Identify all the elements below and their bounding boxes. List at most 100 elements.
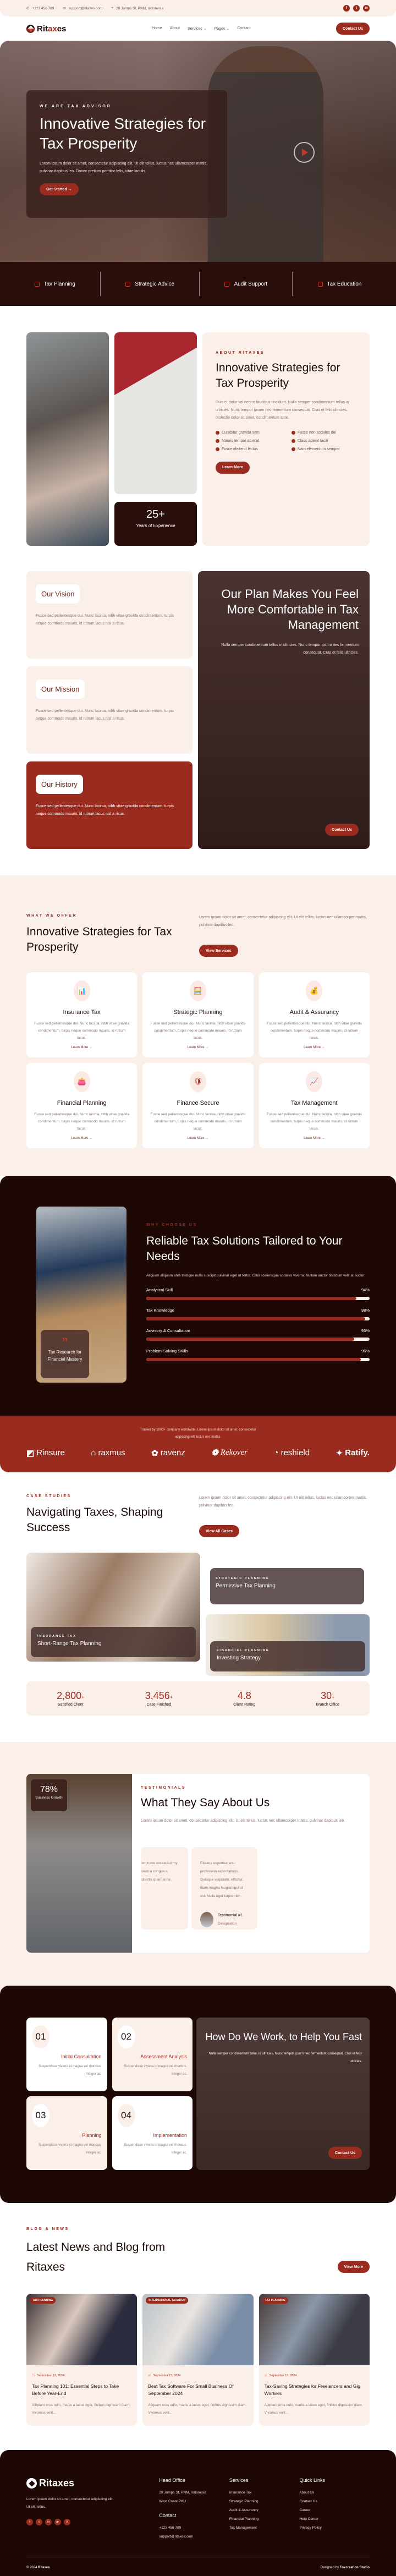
footer-link[interactable]: Audit & Assurancy xyxy=(229,2506,300,2515)
testimonials-text: Lorem ipsum dolor sit amet, consectetur … xyxy=(141,1819,345,1823)
service-title: Audit & Assurancy xyxy=(289,1009,339,1016)
learn-more-link[interactable]: Learn More → xyxy=(26,1046,137,1049)
process-section: 01 Initial Consultation Suspendisse viverr… xyxy=(0,1986,396,2203)
facebook-icon[interactable]: f xyxy=(343,5,350,12)
blog-card[interactable]: INTERNATIONAL TAXATION ▭ September 13, 202… xyxy=(142,2294,254,2426)
footer-phone[interactable]: +123 456 789 xyxy=(159,2524,229,2533)
history-title[interactable]: Our History xyxy=(36,775,83,794)
calendar-icon: ▭ xyxy=(32,2374,35,2377)
nav-menu: Home About Services ⌄ Pages ⌄ Contact xyxy=(152,26,250,31)
email-info[interactable]: ✉ support@ritaxes.com xyxy=(63,6,102,11)
feature-item: Audit Support xyxy=(224,281,267,287)
view-services-button[interactable]: View Services xyxy=(199,945,238,957)
why-eyebrow: Why Choose Us xyxy=(146,1223,197,1227)
skill-bar: Tax Knowledge 98% xyxy=(146,1308,370,1320)
footer-link[interactable]: Career xyxy=(299,2506,370,2515)
growth-badge: 78% Business Growth xyxy=(31,1779,67,1811)
learn-more-link[interactable]: Learn More → xyxy=(142,1046,253,1049)
footer-link[interactable]: About Us xyxy=(299,2489,370,2497)
twitter-icon[interactable]: t xyxy=(36,2519,42,2525)
copyright: © 2024 Ritaxes xyxy=(26,2566,50,2569)
check-icon xyxy=(216,431,219,435)
learn-more-button[interactable]: Learn More xyxy=(216,461,250,474)
x-icon[interactable]: X xyxy=(64,2519,70,2525)
check-icon xyxy=(292,439,295,443)
case-category: Strategic Planning xyxy=(216,1577,270,1580)
brand-text-accent: ax xyxy=(48,24,57,34)
ratify-icon: ✦ xyxy=(336,1448,343,1458)
nav-about[interactable]: About xyxy=(170,26,180,31)
blog-title[interactable]: Tax-Saving Strategies for Freelancers an… xyxy=(265,2383,364,2397)
blog-category-tag[interactable]: TAX PLANNING xyxy=(262,2297,288,2304)
hero-card: We Are Tax Advisor Innovative Strategies… xyxy=(26,90,227,218)
linkedin-icon[interactable]: in xyxy=(45,2519,52,2525)
about-image-team xyxy=(26,332,109,546)
footer-link[interactable]: Help Center xyxy=(299,2515,370,2524)
service-icon: 🛡 xyxy=(189,1071,206,1092)
brand-logo[interactable]: Ritaxes xyxy=(26,24,66,34)
mission-title[interactable]: Our Mission xyxy=(36,679,85,699)
testimonial-carousel[interactable]: ism have exceeded my orem a congue a lob… xyxy=(141,1847,361,1930)
blog-card[interactable]: TAX PLANNING ▭ September 13, 2024 Tax Plann… xyxy=(26,2294,138,2426)
hero-title: Innovative Strategies for Tax Prosperity xyxy=(40,115,206,152)
services-title: Innovative Strategies for Tax Prosperity xyxy=(26,925,172,953)
nav-contact[interactable]: Contact xyxy=(237,26,250,31)
footer-link[interactable]: Contact Us xyxy=(299,2497,370,2506)
vision-title[interactable]: Our Vision xyxy=(36,584,80,604)
blog-title[interactable]: Tax Planning 101: Essential Steps to Tak… xyxy=(32,2383,131,2397)
youtube-icon[interactable]: ▶ xyxy=(54,2519,61,2525)
nav-services[interactable]: Services ⌄ xyxy=(188,26,207,31)
learn-more-link[interactable]: Learn More → xyxy=(142,1137,253,1140)
blog-category-tag[interactable]: INTERNATIONAL TAXATION xyxy=(146,2297,188,2304)
footer-logo[interactable]: Ritaxes xyxy=(26,2478,159,2489)
service-card: 🧮 Strategic Planning Fusce sed pellentesqu… xyxy=(142,972,254,1057)
skill-fill xyxy=(146,1317,365,1320)
hero-eyebrow: We Are Tax Advisor xyxy=(40,105,112,108)
footer-link[interactable]: Privacy Policy xyxy=(299,2524,370,2533)
process-steps: 01 Initial Consultation Suspendisse viverr… xyxy=(26,2018,193,2170)
check-item: Fusce non sodales dui xyxy=(292,431,356,435)
view-all-cases-button[interactable]: View All Cases xyxy=(199,1525,240,1537)
case-card[interactable]: Strategic Planning Permissive Tax Planni… xyxy=(210,1568,364,1604)
services-text: Lorem ipsum dolor sit amet, consectetur … xyxy=(199,916,367,927)
footer-link[interactable]: Tax Management xyxy=(229,2524,300,2533)
case-card[interactable]: Insurance Tax Short-Range Tax Planning xyxy=(26,1553,200,1662)
feature-item: Tax Education xyxy=(317,281,361,287)
brand-text-end: es xyxy=(57,24,67,34)
how-we-work-card: How Do We Work, to Help You Fast Nulla s… xyxy=(196,2018,370,2170)
footer-email[interactable]: support@ritaxes.com xyxy=(159,2533,229,2541)
blog-category-tag[interactable]: TAX PLANNING xyxy=(30,2297,56,2304)
footer-link[interactable]: Strategic Planning xyxy=(229,2497,300,2506)
view-more-button[interactable]: View More xyxy=(337,2261,370,2273)
contact-us-button[interactable]: Contact Us xyxy=(336,23,370,35)
learn-more-link[interactable]: Learn More → xyxy=(26,1137,137,1140)
check-item: Fusce eleifend lectus xyxy=(216,447,280,451)
skill-value: 96% xyxy=(361,1349,370,1353)
facebook-icon[interactable]: f xyxy=(26,2519,33,2525)
blog-title[interactable]: Best Tax Software For Small Business Of … xyxy=(148,2383,248,2397)
linkedin-icon[interactable]: in xyxy=(363,5,370,12)
blog-excerpt: Aliquam eros odio, mattis a lacus eget, … xyxy=(32,2403,130,2415)
skill-track xyxy=(146,1317,370,1320)
check-icon xyxy=(216,447,219,451)
stat-item: 3,456+ Case Finished xyxy=(145,1690,173,1707)
footer-link[interactable]: Financial Planning xyxy=(229,2515,300,2524)
learn-more-link[interactable]: Learn More → xyxy=(259,1046,370,1049)
play-video-icon[interactable] xyxy=(294,142,315,163)
twitter-icon[interactable]: t xyxy=(353,5,360,12)
about-eyebrow: About Ritaxes xyxy=(216,351,265,355)
case-title: Investing Strategy xyxy=(217,1655,261,1661)
blog-card[interactable]: TAX PLANNING ▭ September 13, 2024 Tax-Savin… xyxy=(258,2294,370,2426)
case-card[interactable]: Financial Planning Investing Strategy xyxy=(206,1614,370,1676)
footer-link[interactable]: Insurance Tax xyxy=(229,2489,300,2497)
cases-title: Navigating Taxes, Shaping Success xyxy=(26,1506,163,1534)
nav-home[interactable]: Home xyxy=(152,26,162,31)
plan-contact-button[interactable]: Contact Us xyxy=(325,824,359,836)
partner-logos: ◩ Rinsure ⌂ raxmus ✿ ravenz ❁ Rekover ◔ reshi… xyxy=(26,1448,370,1458)
get-started-button[interactable]: Get Started → xyxy=(40,183,79,195)
process-contact-button[interactable]: Contact Us xyxy=(328,2147,362,2159)
nav-pages[interactable]: Pages ⌄ xyxy=(215,26,230,31)
phone-info[interactable]: ✆ +123 456 789 xyxy=(26,6,54,11)
testimonial-card: Ritaxes expertise and profession expecta… xyxy=(191,1847,257,1930)
learn-more-link[interactable]: Learn More → xyxy=(259,1137,370,1140)
